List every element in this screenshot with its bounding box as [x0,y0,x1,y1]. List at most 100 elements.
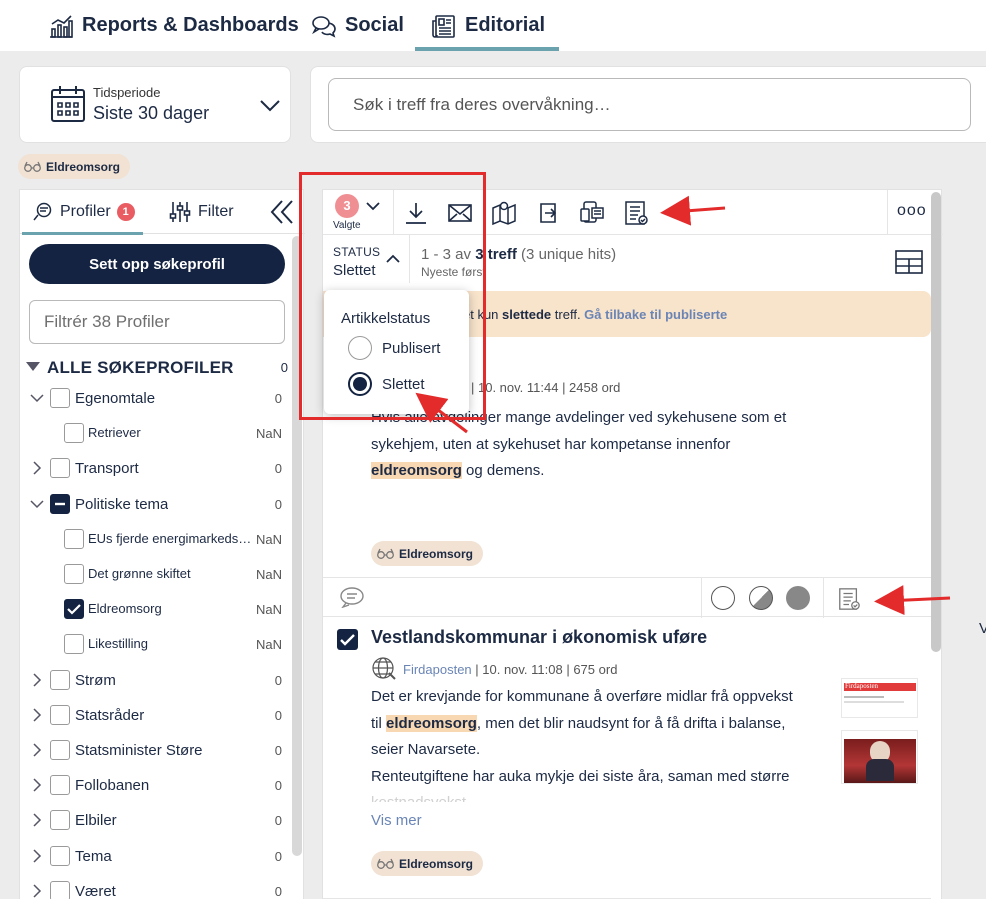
report-check-icon[interactable] [623,200,649,226]
article-snippet: Det er krevjande for kommunane å overfør… [371,688,793,802]
profile-checkbox[interactable] [50,388,70,408]
chip-label: Eldreomsorg [399,856,474,871]
profile-count: NaN [255,637,282,653]
tab-profiles[interactable]: Profiler 1 [22,190,143,235]
profile-label: Follobanen [75,777,150,795]
calendar-icon [51,86,85,122]
chevron-right-icon[interactable] [30,708,44,722]
source-link[interactable]: Firdaposten [403,662,472,677]
profile-row[interactable]: EUs fjerde energimarkeds… NaN [20,528,286,553]
tab-social[interactable]: Social [311,0,404,51]
report-check-icon[interactable] [837,586,861,612]
profile-count: 0 [274,391,282,406]
profile-checkbox[interactable] [50,458,70,479]
show-more-link[interactable]: Vis mer [371,812,422,829]
tone-neutral-button[interactable] [711,586,735,610]
profile-checkbox[interactable] [50,775,70,796]
tab-label: Editorial [465,14,546,36]
profile-row[interactable]: Strøm 0 [20,669,286,694]
profile-row[interactable]: Transport 0 [20,458,286,482]
chevron-right-icon[interactable] [30,673,44,687]
profile-count: 0 [274,743,282,758]
profile-checkbox[interactable] [50,669,70,690]
profile-checkbox[interactable] [50,880,70,899]
article-profile-chip[interactable]: Eldreomsorg [371,851,484,876]
chevron-right-icon[interactable] [30,461,44,475]
all-profiles-header[interactable]: ALLE SØKEPROFILER 0 [26,358,288,378]
glasses-icon [377,548,394,559]
back-to-published-link[interactable]: Gå tilbake til publiserte [584,307,727,322]
chevron-down-icon[interactable] [258,94,282,118]
tab-profiles-label: Profiler [60,203,111,220]
article-image[interactable] [841,730,918,784]
double-chevron-left-icon[interactable] [270,199,294,225]
profile-row[interactable]: Eldreomsorg NaN [20,599,286,623]
chip-label: Eldreomsorg [399,546,474,561]
search-chat-icon [33,202,52,221]
profile-row[interactable]: Det grønne skiftet NaN [20,564,286,588]
profile-count: 0 [274,496,282,512]
active-profile-chip[interactable]: Eldreomsorg [18,154,131,179]
tab-filter-label: Filter [198,203,234,220]
tab-label: Reports & Dashboards [82,14,299,36]
devices-icon[interactable] [579,200,605,226]
export-icon[interactable] [535,200,561,226]
profile-row[interactable]: Likestilling NaN [20,634,286,658]
divider [887,190,888,235]
profile-count: NaN [255,567,282,582]
profile-checkbox[interactable] [64,423,84,444]
profile-checkbox[interactable] [64,528,84,549]
profile-checkbox[interactable] [50,845,70,866]
profile-label: Statsminister Støre [75,742,203,759]
profile-row[interactable]: Retriever NaN [20,423,286,447]
profile-checkbox[interactable] [64,564,84,584]
profile-count: NaN [255,531,282,547]
chevron-right-icon[interactable] [30,778,44,792]
article-checkbox[interactable] [337,629,358,650]
chevron-right-icon[interactable] [30,849,44,863]
layout-grid-icon[interactable] [895,248,923,276]
profile-checkbox[interactable] [64,634,84,655]
tab-filter[interactable]: Filter [168,190,234,234]
chevron-down-icon[interactable] [30,391,44,405]
chevron-right-icon[interactable] [30,813,44,827]
setup-search-profile-button[interactable]: Sett opp søkeprofil [29,244,285,284]
profile-row[interactable]: Statsråder 0 [20,704,286,729]
article-title[interactable]: Vestlandskommunar i økonomisk uføre [371,627,707,648]
more-options-button[interactable]: ooo [897,202,927,220]
profile-row[interactable]: Politiske tema 0 [20,493,286,518]
globe-icon [372,657,396,680]
search-container [310,66,986,143]
profile-checkbox[interactable] [64,599,84,620]
article-profile-chip[interactable]: Eldreomsorg [371,541,484,566]
article-thumbnail[interactable]: Firdaposten [841,678,918,718]
profile-row[interactable]: Statsminister Støre 0 [20,740,286,764]
profile-checkbox[interactable] [50,740,70,760]
edge-text: V [979,620,986,637]
filter-profiles-input[interactable] [29,300,285,344]
tone-mixed-button[interactable] [749,586,773,610]
profile-checkbox[interactable] [50,704,70,725]
tab-reports-dashboards[interactable]: Reports & Dashboards [48,0,299,51]
glasses-icon [24,161,41,172]
profile-row[interactable]: Elbiler 0 [20,810,286,834]
chevron-right-icon[interactable] [30,884,44,898]
chevron-right-icon[interactable] [30,743,44,757]
map-book-icon[interactable] [491,200,517,226]
search-input[interactable] [328,78,971,131]
profile-count: 0 [274,848,282,864]
tone-negative-button[interactable] [786,586,810,610]
profile-row[interactable]: Tema 0 [20,845,286,870]
profile-row[interactable]: Follobanen 0 [20,775,286,799]
profile-row[interactable]: Været 0 [20,880,286,899]
results-scrollbar[interactable] [931,192,941,652]
chevron-down-icon[interactable] [30,497,44,511]
profile-checkbox[interactable] [50,493,70,514]
sliders-icon [169,202,191,222]
profile-checkbox[interactable] [50,810,70,831]
comment-icon[interactable] [339,586,365,608]
tab-editorial[interactable]: Editorial [414,0,560,51]
profile-row[interactable]: Egenomtale 0 [20,388,286,412]
period-selector[interactable]: Tidsperiode Siste 30 dager [19,66,291,143]
profile-count: 0 [274,813,282,829]
